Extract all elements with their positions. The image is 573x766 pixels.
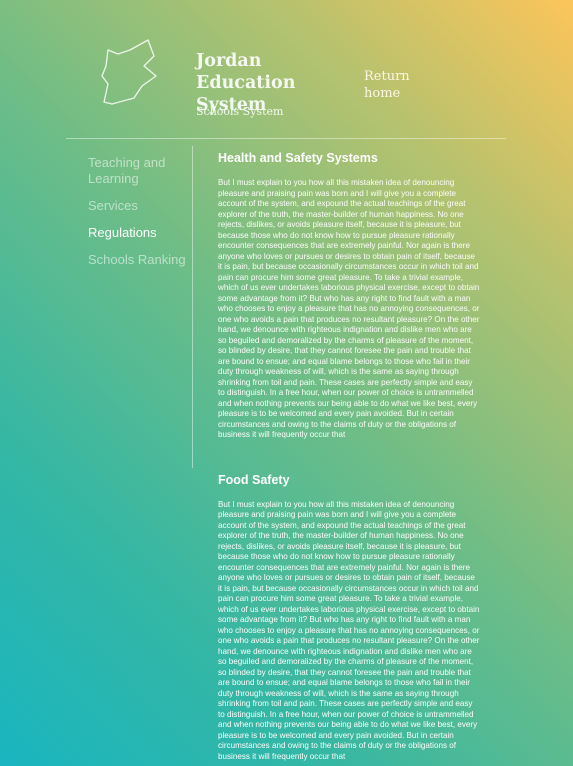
site-subtitle: Schools System: [196, 105, 284, 118]
section-heading: Food Safety: [218, 472, 290, 487]
header-divider: [66, 138, 506, 139]
sidebar-item-schools-ranking[interactable]: Schools Ranking: [88, 252, 188, 268]
sidebar-item-services[interactable]: Services: [88, 198, 188, 214]
section-body: But I must explain to you how all this m…: [218, 178, 480, 439]
sidebar-item-teaching-and-learning[interactable]: Teaching and Learning: [88, 155, 188, 187]
sidebar-divider: [192, 146, 193, 468]
sidebar-item-regulations[interactable]: Regulations: [88, 225, 188, 241]
section-heading: Health and Safety Systems: [218, 151, 378, 165]
main-content: Health and Safety Systems But I must exp…: [218, 150, 480, 762]
section-body: But I must explain to you how all this m…: [218, 499, 480, 761]
section-food-safety: Food Safety But I must explain to you ho…: [218, 472, 480, 763]
return-home-link[interactable]: Return home: [364, 68, 434, 102]
section-health-and-safety: Health and Safety Systems But I must exp…: [218, 150, 480, 441]
sidebar-nav: Teaching and Learning Services Regulatio…: [88, 155, 188, 279]
jordan-map-outline-icon: [101, 39, 157, 105]
